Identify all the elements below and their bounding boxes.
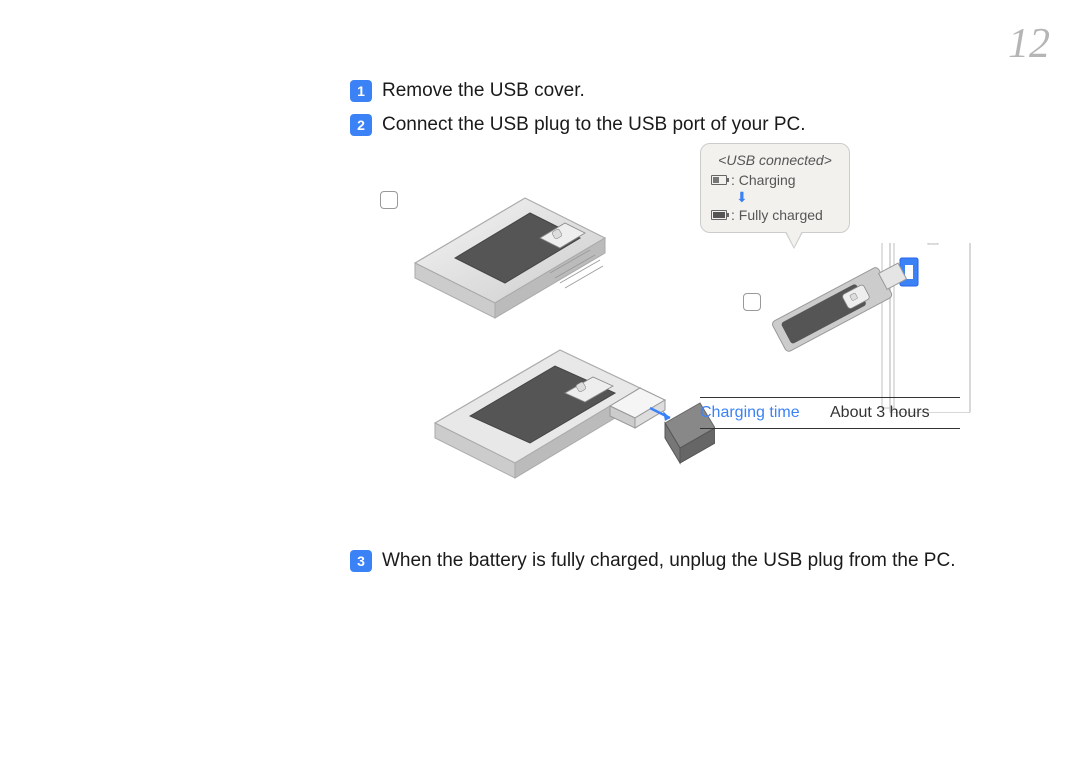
battery-full-icon <box>711 210 727 220</box>
battery-charging-icon <box>711 175 727 185</box>
charging-time-value: About 3 hours <box>830 404 930 422</box>
step-3-text: When the battery is fully charged, unplu… <box>382 548 955 574</box>
marker-square-2 <box>743 293 761 311</box>
fully-charged-line: : Fully charged <box>711 206 839 224</box>
step-3: 3 When the battery is fully charged, unp… <box>350 548 1010 574</box>
step-1-text: Remove the USB cover. <box>382 78 585 104</box>
step-2-text: Connect the USB plug to the USB port of … <box>382 112 806 138</box>
charging-time-table: Charging time About 3 hours <box>700 397 960 429</box>
charging-label: : Charging <box>731 172 796 188</box>
step-2: 2 Connect the USB plug to the USB port o… <box>350 112 990 138</box>
illustration-area: <USB connected> : Charging ⬇ : Fully cha… <box>340 153 980 523</box>
step-1: 1 Remove the USB cover. <box>350 78 990 104</box>
device-covered-illustration <box>385 168 615 328</box>
fully-charged-label: : Fully charged <box>731 207 823 223</box>
step-badge-2: 2 <box>350 114 372 136</box>
device-cap-removed-illustration <box>415 328 715 498</box>
step-badge-1: 1 <box>350 80 372 102</box>
usb-connected-tooltip: <USB connected> : Charging ⬇ : Fully cha… <box>700 143 850 233</box>
charging-line: : Charging <box>711 171 839 189</box>
step-badge-3: 3 <box>350 550 372 572</box>
device-pc-connected-illustration <box>760 243 980 413</box>
page-number: 12 <box>1008 20 1050 68</box>
arrow-down-icon: ⬇ <box>736 189 839 206</box>
charging-time-row: Charging time About 3 hours <box>700 404 960 422</box>
instructions-block: 1 Remove the USB cover. 2 Connect the US… <box>350 78 990 523</box>
charging-time-label: Charging time <box>700 404 830 422</box>
tooltip-title: <USB connected> <box>711 152 839 168</box>
